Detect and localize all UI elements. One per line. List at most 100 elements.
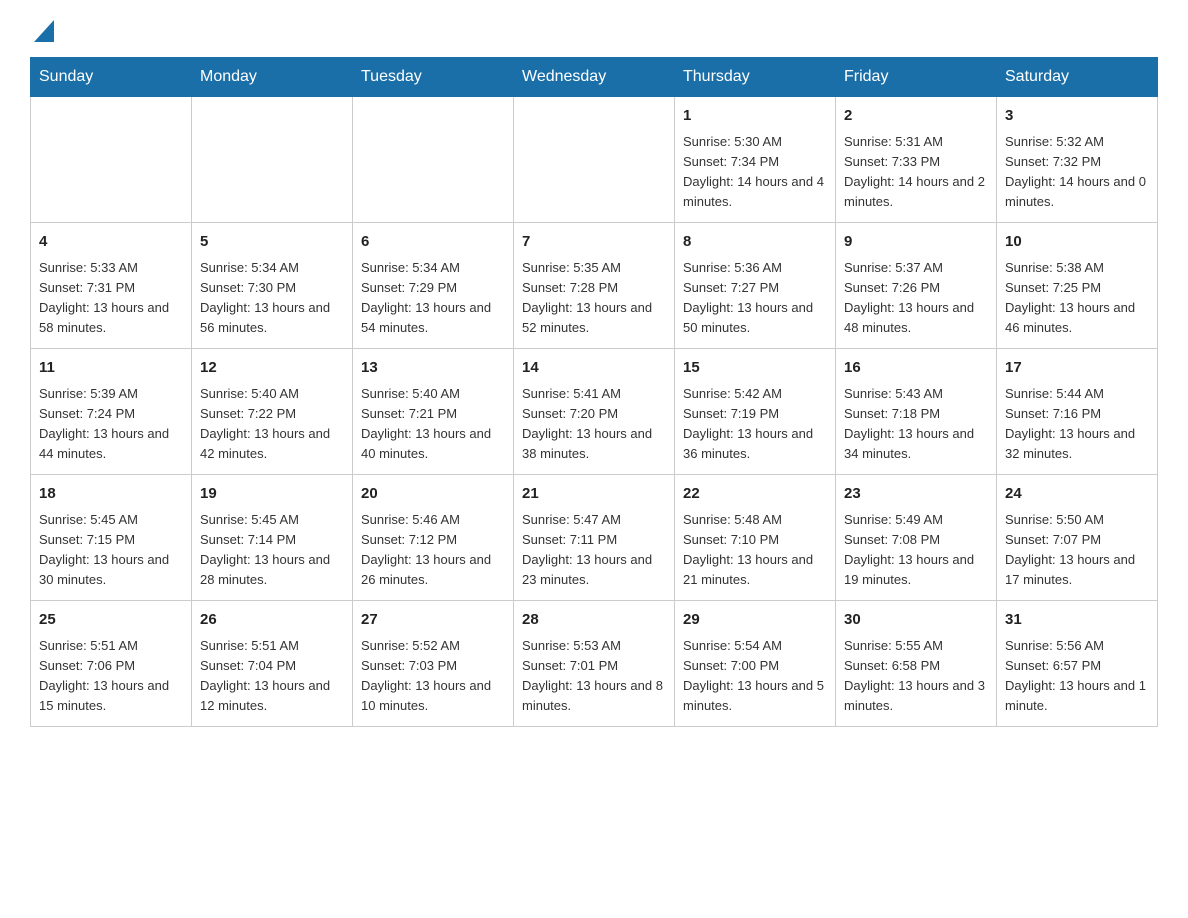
day-info: Sunrise: 5:40 AMSunset: 7:21 PMDaylight:… xyxy=(361,384,505,465)
day-info: Sunrise: 5:53 AMSunset: 7:01 PMDaylight:… xyxy=(522,636,666,717)
day-info: Sunrise: 5:32 AMSunset: 7:32 PMDaylight:… xyxy=(1005,132,1149,213)
day-number: 19 xyxy=(200,483,344,506)
day-info: Sunrise: 5:37 AMSunset: 7:26 PMDaylight:… xyxy=(844,258,988,339)
weekday-header-friday: Friday xyxy=(836,58,997,97)
calendar-cell: 3 Sunrise: 5:32 AMSunset: 7:32 PMDaylight… xyxy=(997,97,1158,223)
calendar-week-row: 4Sunrise: 5:33 AMSunset: 7:31 PMDaylight… xyxy=(31,223,1158,349)
day-number: 20 xyxy=(361,483,505,506)
day-info: Sunrise: 5:44 AMSunset: 7:16 PMDaylight:… xyxy=(1005,384,1149,465)
day-number: 26 xyxy=(200,609,344,632)
day-number: 1 xyxy=(683,105,827,128)
day-info: Sunrise: 5:34 AMSunset: 7:30 PMDaylight:… xyxy=(200,258,344,339)
day-number: 10 xyxy=(1005,231,1149,254)
day-number: 7 xyxy=(522,231,666,254)
calendar-cell xyxy=(514,97,675,223)
weekday-header-sunday: Sunday xyxy=(31,58,192,97)
weekday-header-saturday: Saturday xyxy=(997,58,1158,97)
day-info: Sunrise: 5:50 AMSunset: 7:07 PMDaylight:… xyxy=(1005,510,1149,591)
day-info: Sunrise: 5:31 AMSunset: 7:33 PMDaylight:… xyxy=(844,132,988,213)
calendar-cell: 5 Sunrise: 5:34 AMSunset: 7:30 PMDaylight… xyxy=(192,223,353,349)
calendar-cell: 6 Sunrise: 5:34 AMSunset: 7:29 PMDaylight… xyxy=(353,223,514,349)
day-info: Sunrise: 5:47 AMSunset: 7:11 PMDaylight:… xyxy=(522,510,666,591)
logo xyxy=(30,20,54,47)
day-number: 17 xyxy=(1005,357,1149,380)
calendar-cell: 23Sunrise: 5:49 AMSunset: 7:08 PMDayligh… xyxy=(836,475,997,601)
calendar-cell: 10 Sunrise: 5:38 AMSunset: 7:25 PMDayligh… xyxy=(997,223,1158,349)
calendar-cell: 31Sunrise: 5:56 AMSunset: 6:57 PMDayligh… xyxy=(997,601,1158,727)
day-number: 3 xyxy=(1005,105,1149,128)
day-info: Sunrise: 5:46 AMSunset: 7:12 PMDaylight:… xyxy=(361,510,505,591)
calendar-cell: 29 Sunrise: 5:54 AMSunset: 7:00 PMDayligh… xyxy=(675,601,836,727)
calendar-cell: 1 Sunrise: 5:30 AMSunset: 7:34 PMDaylight… xyxy=(675,97,836,223)
day-info: Sunrise: 5:38 AMSunset: 7:25 PMDaylight:… xyxy=(1005,258,1149,339)
weekday-header-tuesday: Tuesday xyxy=(353,58,514,97)
calendar-cell: 15Sunrise: 5:42 AMSunset: 7:19 PMDayligh… xyxy=(675,349,836,475)
day-number: 27 xyxy=(361,609,505,632)
calendar-cell: 7 Sunrise: 5:35 AMSunset: 7:28 PMDaylight… xyxy=(514,223,675,349)
calendar-cell: 14 Sunrise: 5:41 AMSunset: 7:20 PMDayligh… xyxy=(514,349,675,475)
day-info: Sunrise: 5:40 AMSunset: 7:22 PMDaylight:… xyxy=(200,384,344,465)
calendar-cell: 27 Sunrise: 5:52 AMSunset: 7:03 PMDayligh… xyxy=(353,601,514,727)
calendar-cell: 18Sunrise: 5:45 AMSunset: 7:15 PMDayligh… xyxy=(31,475,192,601)
page-header xyxy=(30,20,1158,47)
calendar-week-row: 1 Sunrise: 5:30 AMSunset: 7:34 PMDaylight… xyxy=(31,97,1158,223)
day-info: Sunrise: 5:33 AMSunset: 7:31 PMDaylight:… xyxy=(39,258,183,339)
day-info: Sunrise: 5:39 AMSunset: 7:24 PMDaylight:… xyxy=(39,384,183,465)
day-info: Sunrise: 5:41 AMSunset: 7:20 PMDaylight:… xyxy=(522,384,666,465)
day-number: 25 xyxy=(39,609,183,632)
calendar-cell: 20 Sunrise: 5:46 AMSunset: 7:12 PMDayligh… xyxy=(353,475,514,601)
day-info: Sunrise: 5:48 AMSunset: 7:10 PMDaylight:… xyxy=(683,510,827,591)
weekday-header-wednesday: Wednesday xyxy=(514,58,675,97)
calendar-cell: 2 Sunrise: 5:31 AMSunset: 7:33 PMDaylight… xyxy=(836,97,997,223)
calendar-week-row: 18Sunrise: 5:45 AMSunset: 7:15 PMDayligh… xyxy=(31,475,1158,601)
day-info: Sunrise: 5:55 AMSunset: 6:58 PMDaylight:… xyxy=(844,636,988,717)
calendar-cell: 11Sunrise: 5:39 AMSunset: 7:24 PMDayligh… xyxy=(31,349,192,475)
weekday-header-monday: Monday xyxy=(192,58,353,97)
calendar-cell: 17 Sunrise: 5:44 AMSunset: 7:16 PMDayligh… xyxy=(997,349,1158,475)
day-info: Sunrise: 5:45 AMSunset: 7:15 PMDaylight:… xyxy=(39,510,183,591)
calendar-cell: 9 Sunrise: 5:37 AMSunset: 7:26 PMDaylight… xyxy=(836,223,997,349)
calendar-week-row: 25Sunrise: 5:51 AMSunset: 7:06 PMDayligh… xyxy=(31,601,1158,727)
calendar-cell: 16 Sunrise: 5:43 AMSunset: 7:18 PMDayligh… xyxy=(836,349,997,475)
day-number: 16 xyxy=(844,357,988,380)
calendar-cell: 13 Sunrise: 5:40 AMSunset: 7:21 PMDayligh… xyxy=(353,349,514,475)
day-number: 2 xyxy=(844,105,988,128)
calendar-cell: 25Sunrise: 5:51 AMSunset: 7:06 PMDayligh… xyxy=(31,601,192,727)
day-info: Sunrise: 5:34 AMSunset: 7:29 PMDaylight:… xyxy=(361,258,505,339)
day-number: 23 xyxy=(844,483,988,506)
day-number: 13 xyxy=(361,357,505,380)
day-number: 22 xyxy=(683,483,827,506)
day-number: 5 xyxy=(200,231,344,254)
calendar-cell: 4Sunrise: 5:33 AMSunset: 7:31 PMDaylight… xyxy=(31,223,192,349)
day-number: 30 xyxy=(844,609,988,632)
day-number: 31 xyxy=(1005,609,1149,632)
calendar-cell: 28 Sunrise: 5:53 AMSunset: 7:01 PMDayligh… xyxy=(514,601,675,727)
calendar-cell: 8Sunrise: 5:36 AMSunset: 7:27 PMDaylight… xyxy=(675,223,836,349)
logo-triangle-icon xyxy=(34,20,54,47)
day-number: 12 xyxy=(200,357,344,380)
weekday-header-thursday: Thursday xyxy=(675,58,836,97)
day-number: 28 xyxy=(522,609,666,632)
calendar-cell: 30 Sunrise: 5:55 AMSunset: 6:58 PMDayligh… xyxy=(836,601,997,727)
day-number: 29 xyxy=(683,609,827,632)
day-info: Sunrise: 5:35 AMSunset: 7:28 PMDaylight:… xyxy=(522,258,666,339)
day-info: Sunrise: 5:45 AMSunset: 7:14 PMDaylight:… xyxy=(200,510,344,591)
calendar-cell: 21Sunrise: 5:47 AMSunset: 7:11 PMDayligh… xyxy=(514,475,675,601)
calendar-cell: 19 Sunrise: 5:45 AMSunset: 7:14 PMDayligh… xyxy=(192,475,353,601)
calendar-cell: 22 Sunrise: 5:48 AMSunset: 7:10 PMDayligh… xyxy=(675,475,836,601)
calendar-cell xyxy=(31,97,192,223)
day-info: Sunrise: 5:52 AMSunset: 7:03 PMDaylight:… xyxy=(361,636,505,717)
day-info: Sunrise: 5:30 AMSunset: 7:34 PMDaylight:… xyxy=(683,132,827,213)
day-number: 15 xyxy=(683,357,827,380)
calendar-cell: 24Sunrise: 5:50 AMSunset: 7:07 PMDayligh… xyxy=(997,475,1158,601)
day-info: Sunrise: 5:51 AMSunset: 7:04 PMDaylight:… xyxy=(200,636,344,717)
calendar-cell: 12 Sunrise: 5:40 AMSunset: 7:22 PMDayligh… xyxy=(192,349,353,475)
day-number: 8 xyxy=(683,231,827,254)
day-number: 6 xyxy=(361,231,505,254)
day-info: Sunrise: 5:54 AMSunset: 7:00 PMDaylight:… xyxy=(683,636,827,717)
calendar-cell xyxy=(192,97,353,223)
day-number: 9 xyxy=(844,231,988,254)
calendar-table: SundayMondayTuesdayWednesdayThursdayFrid… xyxy=(30,57,1158,727)
day-number: 14 xyxy=(522,357,666,380)
day-info: Sunrise: 5:43 AMSunset: 7:18 PMDaylight:… xyxy=(844,384,988,465)
